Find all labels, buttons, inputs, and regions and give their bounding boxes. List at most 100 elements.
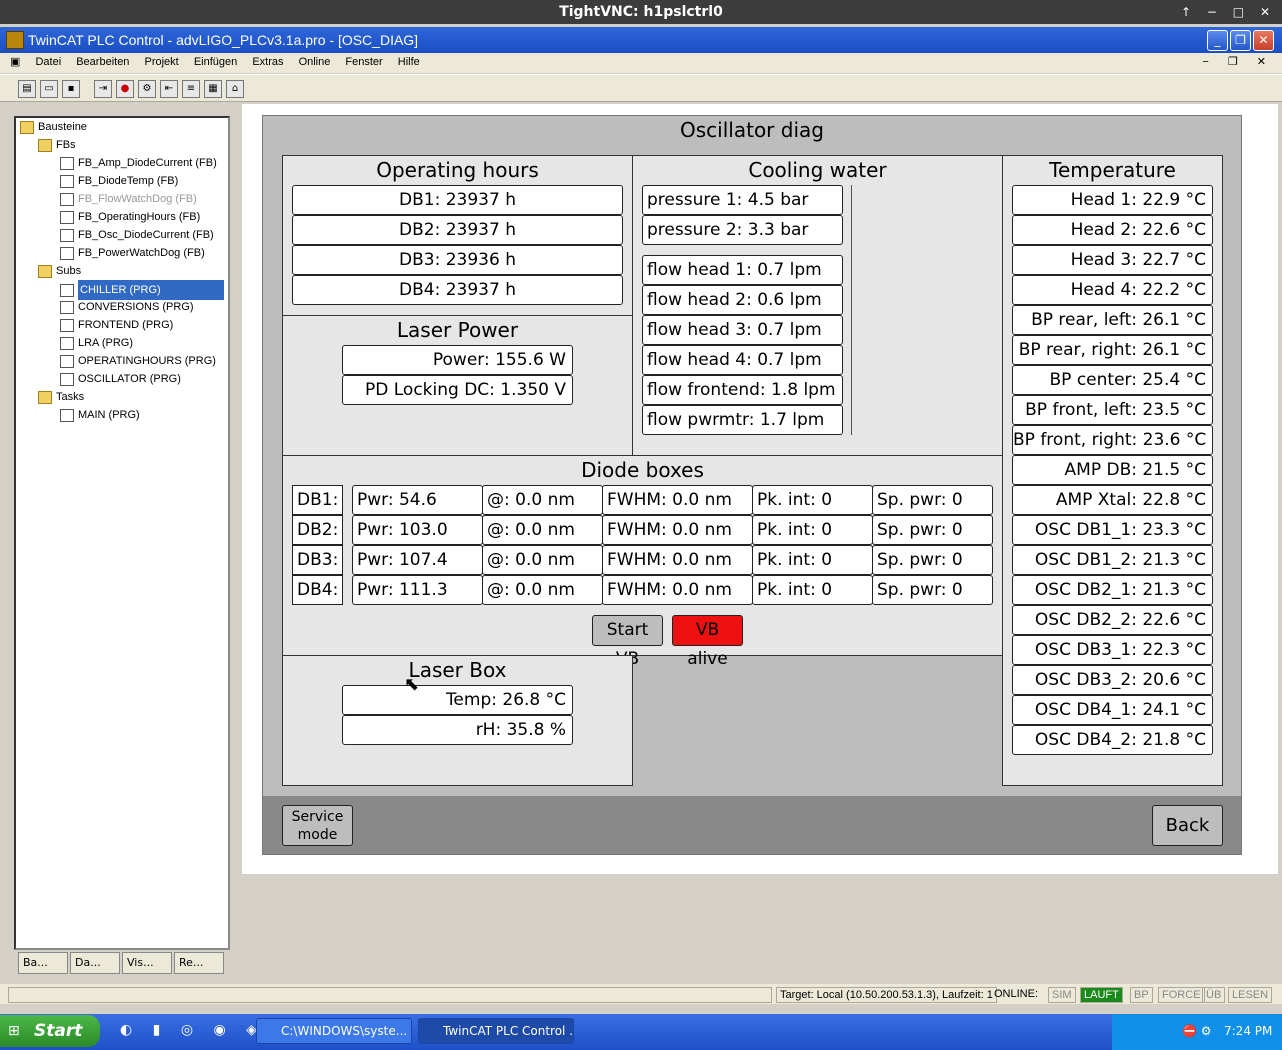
op-hours-db1: DB1: 23937 h [292, 185, 623, 215]
tab-visualisierungen[interactable]: Vis... [122, 952, 172, 974]
flow-head-1: flow head 1: 0.7 lpm [642, 255, 843, 285]
task-twincat[interactable]: TwinCAT PLC Control ... [418, 1018, 574, 1044]
tree-label: Bausteine [38, 121, 87, 133]
op-hours-db4: DB4: 23937 h [292, 275, 623, 305]
folder-icon [20, 120, 34, 134]
temperature-value: Head 3: 22.7 °C [1012, 245, 1213, 275]
tree-folder-tasks[interactable]: Tasks [38, 388, 84, 406]
tree-item-frontend[interactable]: FRONTEND (PRG) [60, 316, 173, 334]
tree-item-fb-diodetemp[interactable]: FB_DiodeTemp (FB) [60, 172, 178, 190]
document-icon [60, 408, 74, 422]
status-online-label: ONLINE: [994, 988, 1039, 1000]
menu-projekt[interactable]: Projekt [139, 53, 185, 71]
db-fwhm: FWHM: 0.0 nm [602, 575, 753, 605]
temperature-value: OSC DB1_1: 23.3 °C [1012, 515, 1213, 545]
temperature-value: BP front, right: 23.6 °C [1012, 425, 1213, 455]
breakpoint-icon[interactable]: ▦ [204, 80, 222, 98]
tree-item-main[interactable]: MAIN (PRG) [60, 406, 140, 424]
db-spectral-power: Sp. pwr: 0 [872, 485, 993, 515]
menu-bearbeiten[interactable]: Bearbeiten [70, 53, 135, 71]
db-power: Pwr: 54.6 [352, 485, 483, 515]
tree-item-conversions[interactable]: CONVERSIONS (PRG) [60, 298, 194, 316]
flow-head-3: flow head 3: 0.7 lpm [642, 315, 843, 345]
tree-item-fb-powerwatchdog[interactable]: FB_PowerWatchDog (FB) [60, 244, 205, 262]
minimize-button[interactable]: _ [1207, 30, 1228, 51]
tree-label: OSCILLATOR (PRG) [78, 373, 181, 385]
document-icon [60, 318, 74, 332]
laser-box-rh: rH: 35.8 % [342, 715, 573, 745]
menu-fenster[interactable]: Fenster [339, 53, 388, 71]
save-icon[interactable]: ▪ [62, 80, 80, 98]
document-icon [60, 156, 74, 170]
service-mode-button[interactable]: Service mode [282, 805, 353, 846]
tree-item-lra[interactable]: LRA (PRG) [60, 334, 133, 352]
run-icon[interactable]: ⚙ [138, 80, 156, 98]
document-icon [60, 300, 74, 314]
menu-hilfe[interactable]: Hilfe [392, 53, 426, 71]
menu-einfuegen[interactable]: Einfügen [188, 53, 243, 71]
close-button[interactable]: ✕ [1253, 30, 1274, 51]
logout-icon[interactable]: ⇤ [160, 80, 178, 98]
back-button[interactable]: Back [1152, 805, 1223, 846]
tree-item-oscillator[interactable]: OSCILLATOR (PRG) [60, 370, 181, 388]
tree-folder-subs[interactable]: Subs [38, 262, 81, 280]
system-tray: ⛔ ⚙ 7:24 PM [1112, 1014, 1282, 1050]
status-lauft: LAUFT [1080, 987, 1123, 1003]
stop-icon[interactable]: ● [116, 80, 134, 98]
tree-item-fb-osc-diodecurrent[interactable]: FB_Osc_DiodeCurrent (FB) [60, 226, 214, 244]
tree-label: FBs [56, 139, 76, 151]
start-vb-button[interactable]: Start VB [592, 615, 663, 669]
vnc-title-bar: TightVNC: h1pslctrl0 [0, 0, 1282, 24]
tab-ressourcen[interactable]: Re... [174, 952, 224, 974]
tree-item-chiller[interactable]: CHILLER (PRG) [60, 280, 226, 300]
temperature-value: AMP Xtal: 22.8 °C [1012, 485, 1213, 515]
temperature-value: OSC DB4_1: 24.1 °C [1012, 695, 1213, 725]
mdi-controls[interactable]: − ❐ ✕ [1202, 53, 1274, 71]
menu-extras[interactable]: Extras [246, 53, 289, 71]
twincat-icon [6, 31, 24, 49]
maximize-button[interactable]: ❐ [1230, 30, 1251, 51]
laser-power-value: Power: 155.6 W [342, 345, 573, 375]
status-lesen: LESEN [1228, 987, 1273, 1003]
menu-datei[interactable]: Datei [29, 53, 67, 71]
cooling-water-title: Cooling water [748, 158, 887, 182]
tree-label: FB_Amp_DiodeCurrent (FB) [78, 157, 217, 169]
status-message [8, 987, 772, 1003]
tab-datentypen[interactable]: Da... [70, 952, 120, 974]
tree-item-fb-flowwatchdog[interactable]: FB_FlowWatchDog (FB) [60, 190, 197, 208]
db-fwhm: FWHM: 0.0 nm [602, 485, 753, 515]
db-peak-int: Pk. int: 0 [752, 485, 873, 515]
vis-bottom-bar [263, 796, 1241, 854]
tray-icons[interactable]: ⛔ ⚙ [1182, 1014, 1212, 1048]
login-icon[interactable]: ⇥ [94, 80, 112, 98]
reset-icon[interactable]: ≡ [182, 80, 200, 98]
tree-item-fb-operatinghours[interactable]: FB_OperatingHours (FB) [60, 208, 200, 226]
temperature-value: BP center: 25.4 °C [1012, 365, 1213, 395]
open-folder-icon[interactable]: ▭ [40, 80, 58, 98]
laser-box-title: Laser Box [408, 658, 507, 682]
quick-launch-icons[interactable]: ◐ ▮ ◎ ◉ ◈ [120, 1022, 265, 1038]
status-bp: BP [1130, 987, 1153, 1003]
document-icon [60, 336, 74, 350]
vb-alive-indicator: VB alive [672, 615, 743, 669]
vnc-window-controls[interactable]: ↑ − □ ✕ [1181, 0, 1276, 24]
tree-item-fb-amp-diodecurrent[interactable]: FB_Amp_DiodeCurrent (FB) [60, 154, 217, 172]
new-file-icon[interactable]: ▤ [18, 80, 36, 98]
flow-pwrmtr: flow pwrmtr: 1.7 lpm [642, 405, 843, 435]
db-power: Pwr: 111.3 [352, 575, 483, 605]
task-cmd[interactable]: C:\WINDOWS\syste... [256, 1018, 412, 1044]
db-wavelength: @: 0.0 nm [482, 515, 603, 545]
menu-online[interactable]: Online [293, 53, 337, 71]
tree-label: FB_FlowWatchDog (FB) [78, 193, 197, 205]
temperature-value: BP rear, right: 26.1 °C [1012, 335, 1213, 365]
tree-label: FB_DiodeTemp (FB) [78, 175, 179, 187]
step-icon[interactable]: ⌂ [226, 80, 244, 98]
document-icon [60, 174, 74, 188]
tree-root-bausteine[interactable]: Bausteine [20, 118, 87, 136]
tree-folder-fbs[interactable]: FBs [38, 136, 76, 154]
tree-item-operatinghours[interactable]: OPERATINGHOURS (PRG) [60, 352, 216, 370]
tab-bausteine[interactable]: Ba... [18, 952, 68, 974]
temperature-value: OSC DB2_2: 22.6 °C [1012, 605, 1213, 635]
tree-label: OPERATINGHOURS (PRG) [78, 355, 216, 367]
op-hours-db2: DB2: 23937 h [292, 215, 623, 245]
